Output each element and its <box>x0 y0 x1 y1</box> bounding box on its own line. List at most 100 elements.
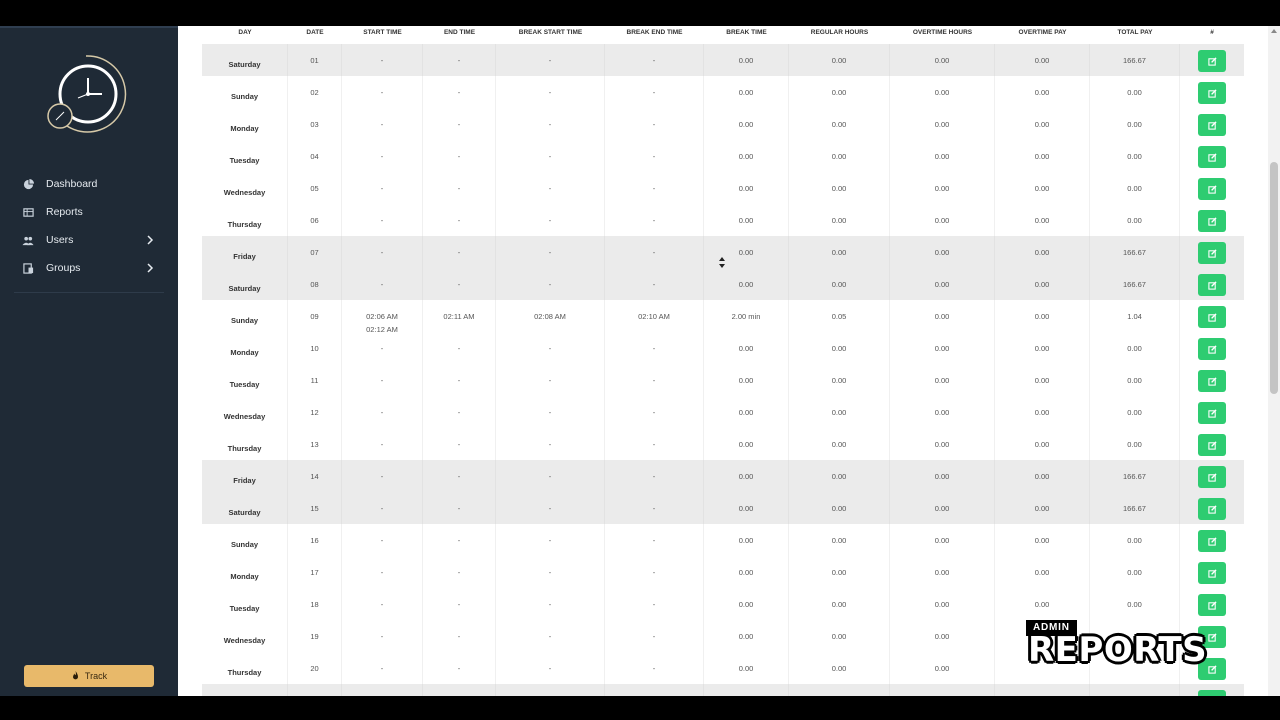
table-cell-total: 0.00 <box>1090 588 1180 620</box>
edit-button[interactable] <box>1198 466 1226 488</box>
table-cell-start: - <box>342 524 423 556</box>
table-cell-bstart: - <box>496 76 605 108</box>
table-cell-end: - <box>423 684 496 696</box>
table-row: Monday 17- - - -0.00 0.00 0.00 0.00 0.00 <box>202 556 1244 588</box>
edit-icon <box>1207 440 1217 450</box>
edit-button[interactable] <box>1198 370 1226 392</box>
table-cell-ot: 0.00 <box>890 524 995 556</box>
table-cell-date: 10 <box>288 332 342 364</box>
table-cell-otpay: 0.00 <box>995 364 1090 396</box>
table-cell-reg: 0.00 <box>789 268 890 300</box>
table-cell-otpay: 0.00 <box>995 524 1090 556</box>
table-cell-end: - <box>423 364 496 396</box>
table-cell-day: Sunday <box>202 300 288 332</box>
table-cell-otpay: 0.00 <box>995 76 1090 108</box>
edit-icon <box>1207 600 1217 610</box>
table-header: DAY DATE START TIME END TIME BREAK START TIM… <box>202 26 1244 44</box>
sidebar-item-groups[interactable]: Groups <box>14 254 164 282</box>
table-cell-total: 0.00 <box>1090 140 1180 172</box>
table-cell-reg: 0.00 <box>789 652 890 684</box>
edit-button[interactable] <box>1198 338 1226 360</box>
table-row: Wednesday 12- - - -0.00 0.00 0.00 0.00 0.00 <box>202 396 1244 428</box>
column-header: DAY <box>238 29 252 36</box>
edit-button[interactable] <box>1198 178 1226 200</box>
edit-button[interactable] <box>1198 690 1226 696</box>
table-cell-end: - <box>423 620 496 652</box>
table-cell-ot: 0.00 <box>890 236 995 268</box>
table-cell-end: - <box>423 396 496 428</box>
table-cell-total: 166.67 <box>1090 236 1180 268</box>
edit-button[interactable] <box>1198 210 1226 232</box>
table-cell-bend: - <box>605 140 704 172</box>
table-cell-date: 08 <box>288 268 342 300</box>
column-header: REGULAR HOURS <box>810 29 869 36</box>
table-cell-ot: 0.00 <box>890 172 995 204</box>
table-cell-ot: 0.00 <box>890 588 995 620</box>
table-cell-bstart: - <box>496 268 605 300</box>
table-cell-date: 15 <box>288 492 342 524</box>
edit-button[interactable] <box>1198 306 1226 328</box>
table-cell-day: Monday <box>202 556 288 588</box>
column-header: TOTAL PAY <box>1117 29 1153 36</box>
edit-button[interactable] <box>1198 402 1226 424</box>
table-row: Friday 14- - - -0.00 0.00 0.00 0.00 166.67 <box>202 460 1244 492</box>
mouse-cursor-icon <box>719 257 725 268</box>
table-cell-ot: 0.00 <box>890 460 995 492</box>
table-row: Sunday 02- - - -0.00 0.00 0.00 0.00 0.00 <box>202 76 1244 108</box>
sidebar-item-reports[interactable]: Reports <box>14 198 164 226</box>
table-cell-action <box>1180 76 1244 108</box>
scroll-up-arrow-icon[interactable] <box>1271 28 1277 34</box>
edit-button[interactable] <box>1198 114 1226 136</box>
table-cell-bend: - <box>605 524 704 556</box>
edit-button[interactable] <box>1198 562 1226 584</box>
edit-icon <box>1207 536 1217 546</box>
sidebar-item-users[interactable]: Users <box>14 226 164 254</box>
table-cell-total: 166.67 <box>1090 268 1180 300</box>
scrollbar-thumb[interactable] <box>1270 162 1278 394</box>
table-cell-day: Wednesday <box>202 172 288 204</box>
table-cell-action <box>1180 236 1244 268</box>
table-cell-bstart: - <box>496 652 605 684</box>
table-cell-bend: - <box>605 620 704 652</box>
edit-button[interactable] <box>1198 434 1226 456</box>
table-cell-reg: 0.00 <box>789 172 890 204</box>
table-cell-otpay: 0.00 <box>995 236 1090 268</box>
table-cell-date: 20 <box>288 652 342 684</box>
table-cell-start: - <box>342 332 423 364</box>
sidebar-item-label: Groups <box>46 262 81 274</box>
table-cell-action <box>1180 396 1244 428</box>
edit-icon <box>1207 184 1217 194</box>
table-cell-bstart: - <box>496 396 605 428</box>
table-cell-end: - <box>423 44 496 76</box>
table-row: Sunday 09 02:06 AM 02:12 AM 02:11 AM 02:08 A… <box>202 300 1244 334</box>
edit-button[interactable] <box>1198 242 1226 264</box>
table-cell-ot: 0.00 <box>890 108 995 140</box>
groups-icon <box>22 262 34 274</box>
table-cell-ot: 0.00 <box>890 76 995 108</box>
edit-button[interactable] <box>1198 274 1226 296</box>
table-cell-start: - <box>342 364 423 396</box>
edit-button[interactable] <box>1198 498 1226 520</box>
table-cell-otpay: 0.00 <box>995 140 1090 172</box>
vertical-scrollbar[interactable] <box>1268 26 1280 696</box>
table-cell-action <box>1180 492 1244 524</box>
column-header: OVERTIME HOURS <box>912 29 973 36</box>
table-cell-day: Friday <box>202 460 288 492</box>
table-cell-day: Saturday <box>202 44 288 76</box>
table-cell-bend: - <box>605 364 704 396</box>
edit-button[interactable] <box>1198 594 1226 616</box>
table-cell-action <box>1180 140 1244 172</box>
edit-button[interactable] <box>1198 50 1226 72</box>
edit-button[interactable] <box>1198 530 1226 552</box>
table-cell-btime: 0.00 <box>704 620 789 652</box>
track-button[interactable]: Track <box>24 665 154 687</box>
table-row: Wednesday 05- - - -0.00 0.00 0.00 0.00 0.00 <box>202 172 1244 204</box>
table-cell-end: - <box>423 172 496 204</box>
edit-button[interactable] <box>1198 146 1226 168</box>
table-cell-start: - <box>342 268 423 300</box>
table-cell-total: 0.00 <box>1090 204 1180 236</box>
table-cell-total: 0.00 <box>1090 172 1180 204</box>
edit-button[interactable] <box>1198 82 1226 104</box>
sidebar-item-dashboard[interactable]: Dashboard <box>14 170 164 198</box>
table-cell-end: - <box>423 460 496 492</box>
